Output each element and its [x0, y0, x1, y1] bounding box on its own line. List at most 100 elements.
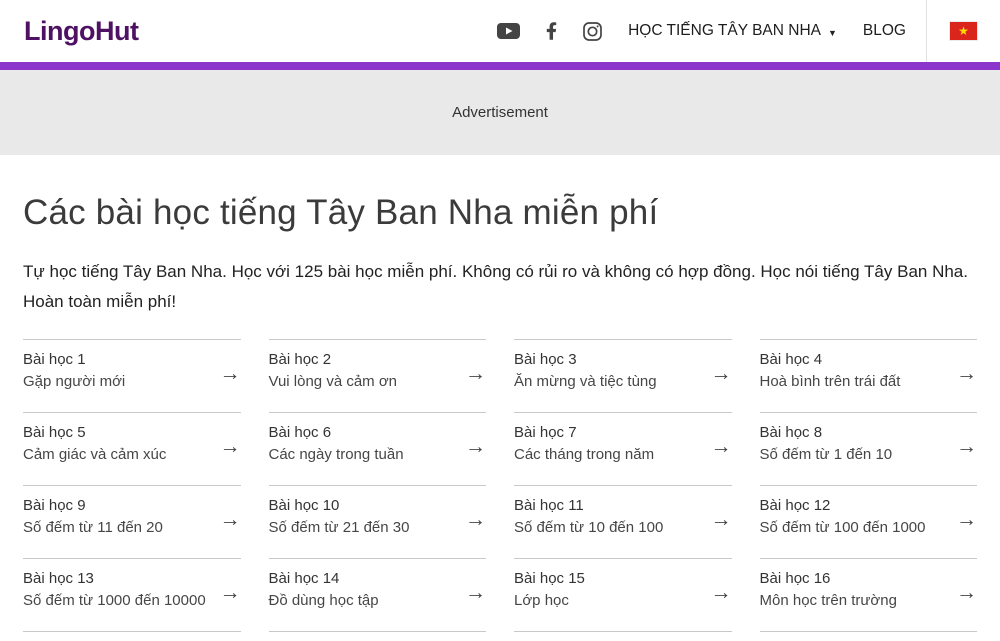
lesson-item-ghost	[23, 631, 241, 635]
lesson-item[interactable]: Bài học 16 Môn học trên trường	[760, 558, 978, 631]
lesson-item[interactable]: Bài học 11 Số đếm từ 10 đến 100	[514, 485, 732, 558]
lesson-subtitle: Số đếm từ 1000 đến 10000	[23, 592, 206, 609]
lesson-subtitle: Số đếm từ 100 đến 1000	[760, 519, 926, 536]
lesson-subtitle: Lớp học	[514, 592, 585, 609]
lesson-title: Bài học 15	[514, 570, 585, 587]
arrow-right-icon	[465, 576, 486, 603]
language-menu-label: HỌC TIẾNG TÂY BAN NHA	[628, 22, 821, 40]
lesson-item[interactable]: Bài học 14 Đồ dùng học tập	[269, 558, 487, 631]
lesson-subtitle: Số đếm từ 11 đến 20	[23, 519, 163, 536]
arrow-right-icon	[711, 430, 732, 457]
lesson-text: Bài học 3 Ăn mừng và tiệc tùng	[514, 351, 657, 390]
lesson-text: Bài học 14 Đồ dùng học tập	[269, 570, 379, 609]
intro-text: Tự học tiếng Tây Ban Nha. Học với 125 bà…	[23, 257, 977, 317]
vietnam-flag[interactable]: ★	[927, 0, 1000, 62]
lesson-title: Bài học 12	[760, 497, 926, 514]
page-title: Các bài học tiếng Tây Ban Nha miễn phí	[23, 193, 977, 233]
lesson-item[interactable]: Bài học 10 Số đếm từ 21 đến 30	[269, 485, 487, 558]
lesson-title: Bài học 4	[760, 351, 901, 368]
lesson-text: Bài học 5 Cảm giác và cảm xúc	[23, 424, 166, 463]
header: LingoHut HỌC TIẾNG TÂY BAN NHA BLOG ★	[0, 0, 1000, 62]
lesson-subtitle: Cảm giác và cảm xúc	[23, 446, 166, 463]
arrow-right-icon	[956, 503, 977, 530]
lesson-title: Bài học 13	[23, 570, 206, 587]
lesson-text: Bài học 6 Các ngày trong tuần	[269, 424, 404, 463]
lesson-title: Bài học 7	[514, 424, 654, 441]
lesson-title: Bài học 2	[269, 351, 398, 368]
arrow-right-icon	[465, 503, 486, 530]
ad-banner: Advertisement	[0, 70, 1000, 155]
arrow-right-icon	[711, 576, 732, 603]
lesson-title: Bài học 3	[514, 351, 657, 368]
lesson-title: Bài học 6	[269, 424, 404, 441]
lesson-subtitle: Số đếm từ 10 đến 100	[514, 519, 663, 536]
lesson-text: Bài học 16 Môn học trên trường	[760, 570, 897, 609]
arrow-right-icon	[220, 430, 241, 457]
vietnam-flag-icon: ★	[950, 22, 977, 40]
lesson-item[interactable]: Bài học 12 Số đếm từ 100 đến 1000	[760, 485, 978, 558]
instagram-icon[interactable]	[583, 22, 602, 41]
arrow-right-icon	[465, 430, 486, 457]
arrow-right-icon	[220, 357, 241, 384]
lesson-text: Bài học 10 Số đếm từ 21 đến 30	[269, 497, 410, 536]
lesson-item[interactable]: Bài học 6 Các ngày trong tuần	[269, 412, 487, 485]
lesson-title: Bài học 11	[514, 497, 663, 514]
facebook-icon[interactable]	[546, 22, 557, 40]
youtube-icon[interactable]	[497, 23, 520, 39]
lesson-subtitle: Ăn mừng và tiệc tùng	[514, 373, 657, 390]
lesson-item[interactable]: Bài học 8 Số đếm từ 1 đến 10	[760, 412, 978, 485]
lesson-item[interactable]: Bài học 7 Các tháng trong năm	[514, 412, 732, 485]
lesson-item[interactable]: Bài học 9 Số đếm từ 11 đến 20	[23, 485, 241, 558]
lesson-text: Bài học 7 Các tháng trong năm	[514, 424, 654, 463]
lesson-title: Bài học 1	[23, 351, 125, 368]
lesson-text: Bài học 15 Lớp học	[514, 570, 585, 609]
lesson-text: Bài học 12 Số đếm từ 100 đến 1000	[760, 497, 926, 536]
lesson-title: Bài học 9	[23, 497, 163, 514]
arrow-right-icon	[220, 576, 241, 603]
lesson-item[interactable]: Bài học 2 Vui lòng và cảm ơn	[269, 339, 487, 412]
lesson-text: Bài học 13 Số đếm từ 1000 đến 10000	[23, 570, 206, 609]
lesson-item[interactable]: Bài học 13 Số đếm từ 1000 đến 10000	[23, 558, 241, 631]
lesson-item-ghost	[514, 631, 732, 635]
lesson-text: Bài học 1 Gặp người mới	[23, 351, 125, 390]
lesson-item-ghost	[760, 631, 978, 635]
lesson-subtitle: Các tháng trong năm	[514, 446, 654, 463]
lesson-text: Bài học 2 Vui lòng và cảm ơn	[269, 351, 398, 390]
lesson-item[interactable]: Bài học 1 Gặp người mới	[23, 339, 241, 412]
language-menu[interactable]: HỌC TIẾNG TÂY BAN NHA	[628, 22, 837, 40]
chevron-down-icon	[828, 22, 837, 40]
lesson-grid: Bài học 1 Gặp người mới Bài học 2 Vui lò…	[23, 339, 977, 635]
lesson-item-ghost	[269, 631, 487, 635]
main-content: Các bài học tiếng Tây Ban Nha miễn phí T…	[0, 193, 1000, 635]
lesson-subtitle: Các ngày trong tuần	[269, 446, 404, 463]
lesson-item[interactable]: Bài học 4 Hoà bình trên trái đất	[760, 339, 978, 412]
ad-label: Advertisement	[452, 104, 548, 121]
header-nav: HỌC TIẾNG TÂY BAN NHA BLOG	[497, 22, 926, 41]
lesson-text: Bài học 9 Số đếm từ 11 đến 20	[23, 497, 163, 536]
lesson-subtitle: Hoà bình trên trái đất	[760, 373, 901, 390]
arrow-right-icon	[956, 357, 977, 384]
logo[interactable]: LingoHut	[24, 16, 138, 47]
blog-link-label: BLOG	[863, 22, 906, 40]
lesson-item[interactable]: Bài học 15 Lớp học	[514, 558, 732, 631]
arrow-right-icon	[711, 503, 732, 530]
lesson-subtitle: Số đếm từ 21 đến 30	[269, 519, 410, 536]
lesson-text: Bài học 11 Số đếm từ 10 đến 100	[514, 497, 663, 536]
lesson-title: Bài học 16	[760, 570, 897, 587]
lesson-item[interactable]: Bài học 5 Cảm giác và cảm xúc	[23, 412, 241, 485]
lesson-title: Bài học 8	[760, 424, 893, 441]
lesson-subtitle: Môn học trên trường	[760, 592, 897, 609]
arrow-right-icon	[956, 576, 977, 603]
blog-link[interactable]: BLOG	[863, 22, 906, 40]
lesson-subtitle: Gặp người mới	[23, 373, 125, 390]
lesson-subtitle: Đồ dùng học tập	[269, 592, 379, 609]
arrow-right-icon	[956, 430, 977, 457]
accent-strip	[0, 62, 1000, 70]
lesson-item[interactable]: Bài học 3 Ăn mừng và tiệc tùng	[514, 339, 732, 412]
lesson-text: Bài học 8 Số đếm từ 1 đến 10	[760, 424, 893, 463]
lesson-subtitle: Số đếm từ 1 đến 10	[760, 446, 893, 463]
lesson-title: Bài học 10	[269, 497, 410, 514]
lesson-text: Bài học 4 Hoà bình trên trái đất	[760, 351, 901, 390]
lesson-subtitle: Vui lòng và cảm ơn	[269, 373, 398, 390]
arrow-right-icon	[220, 503, 241, 530]
